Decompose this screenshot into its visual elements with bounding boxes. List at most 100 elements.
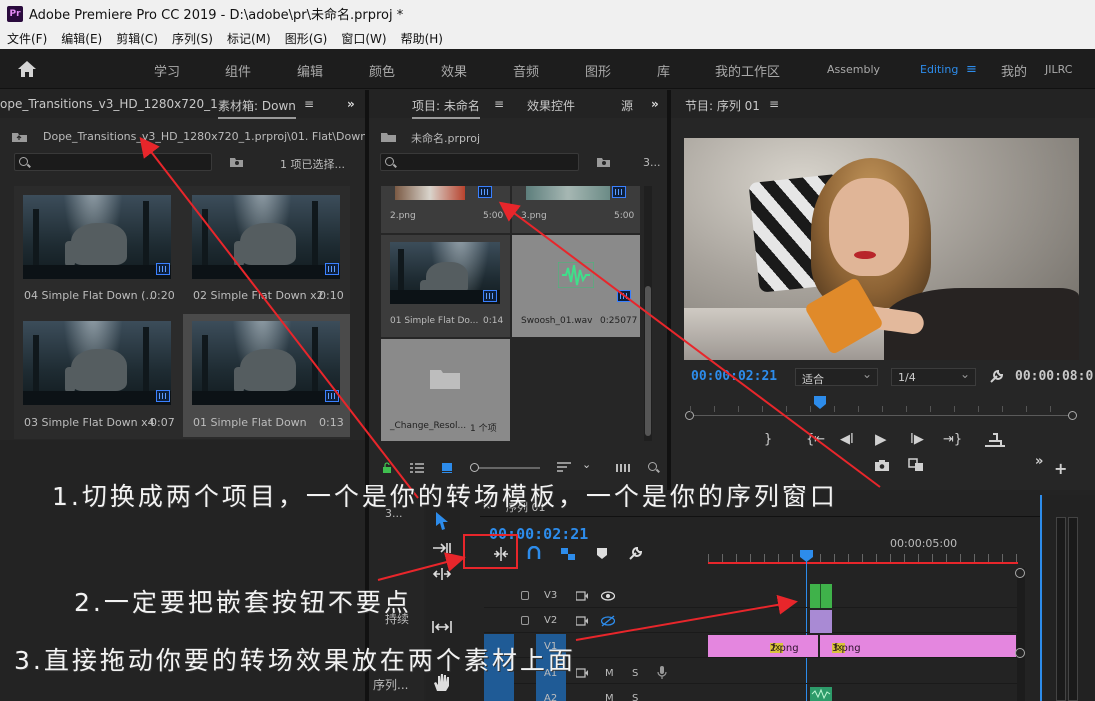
panel-divider[interactable] [667, 90, 671, 490]
list-view-icon[interactable] [410, 463, 424, 474]
workspace-menu-icon[interactable]: ≡ [966, 62, 977, 77]
go-to-in-icon[interactable]: {⇤ [806, 432, 825, 447]
timeline-vertical-scrollbar[interactable] [1015, 568, 1025, 701]
menu-sequence[interactable]: 序列(S) [165, 30, 220, 47]
bin-tab-menu-icon[interactable]: ≡ [304, 97, 314, 111]
workspace-editing[interactable]: Editing [920, 63, 958, 76]
clip-2png-v1[interactable]: fx 2.png [708, 635, 818, 657]
menu-marker[interactable]: 标记(M) [220, 30, 278, 47]
sort-icon[interactable] [557, 462, 571, 473]
play-icon[interactable]: ▶ [875, 430, 887, 448]
workspace-libraries[interactable]: 库 [657, 61, 670, 80]
step-back-icon[interactable]: ◀I [840, 432, 854, 447]
solo-button[interactable]: S [632, 693, 638, 701]
clip-thumbnail[interactable] [23, 195, 171, 279]
workspace-my-workspace[interactable]: 我的工作区 [715, 61, 780, 80]
workspace-color[interactable]: 颜色 [369, 61, 395, 80]
tab-project[interactable]: 项目: 未命名 [412, 97, 480, 119]
wrench-icon[interactable] [988, 369, 1004, 385]
microphone-icon[interactable] [657, 666, 667, 680]
menu-clip[interactable]: 剪辑(C) [109, 30, 165, 47]
transition-clip-v3[interactable] [810, 584, 832, 608]
new-bin-icon[interactable] [597, 156, 611, 168]
timeline-settings-wrench-icon[interactable] [628, 547, 642, 561]
lock-icon[interactable] [382, 462, 392, 474]
linked-selection-icon[interactable] [560, 547, 576, 561]
track-v2-label[interactable]: V2 [544, 615, 557, 626]
find-icon[interactable] [648, 462, 657, 471]
track-lock-icon[interactable] [521, 591, 529, 600]
clip-thumbnail-selected[interactable] [192, 321, 340, 405]
sync-lock-icon[interactable] [576, 616, 588, 626]
mark-out-icon[interactable]: } [764, 432, 772, 447]
icon-view-icon[interactable] [441, 462, 453, 474]
button-editor-plus-icon[interactable]: + [1054, 459, 1067, 478]
workspace-effects[interactable]: 效果 [441, 61, 467, 80]
export-frame-camera-icon[interactable] [875, 459, 889, 471]
program-overflow-icon[interactable]: » [1035, 454, 1043, 469]
sync-lock-icon[interactable] [576, 591, 588, 601]
tab-bin-transitions[interactable]: ope_Transitions_v3_HD_1280x720_1 [0, 97, 218, 111]
ripple-edit-tool-icon[interactable] [432, 567, 452, 581]
workspace-jilrc[interactable]: JILRC [1045, 63, 1072, 76]
track-a2-label[interactable]: A2 [544, 693, 557, 701]
clip-3png-v1[interactable]: fx 3.png [820, 635, 1016, 657]
project-tab-menu-icon[interactable]: ≡ [494, 97, 504, 111]
mute-button[interactable]: M [605, 668, 614, 679]
bin-folder-up-icon[interactable] [12, 131, 28, 143]
mute-button[interactable]: M [605, 693, 614, 701]
tab-source[interactable]: 源 [621, 97, 633, 114]
workspace-learn[interactable]: 学习 [154, 61, 180, 80]
menu-file[interactable]: 文件(F) [0, 30, 54, 47]
track-select-tool-icon[interactable] [432, 541, 452, 555]
new-bin-icon[interactable] [230, 156, 244, 168]
sync-lock-icon[interactable] [576, 668, 588, 678]
workspace-audio[interactable]: 音频 [513, 61, 539, 80]
transition-clip-v2[interactable] [810, 610, 832, 633]
project-scrollbar[interactable] [644, 186, 652, 441]
program-tab-menu-icon[interactable]: ≡ [769, 97, 779, 111]
timeline-playhead-handle-icon[interactable] [800, 550, 813, 562]
tab-bin-down[interactable]: 素材箱: Down [218, 97, 296, 119]
fit-dropdown[interactable]: 适合 [795, 367, 878, 386]
eye-icon[interactable] [601, 591, 615, 601]
menu-edit[interactable]: 编辑(E) [54, 30, 109, 47]
step-forward-icon[interactable]: I▶ [910, 432, 924, 447]
workspace-editing-cn[interactable]: 编辑 [297, 61, 323, 80]
project-search-input[interactable] [380, 153, 579, 171]
program-video-frame[interactable] [684, 138, 1079, 360]
project-overflow-icon[interactable]: » [651, 97, 659, 111]
tab-effect-controls[interactable]: 效果控件 [527, 97, 575, 114]
snap-icon[interactable] [527, 546, 541, 560]
program-scrub-bar[interactable] [690, 415, 1072, 416]
workspace-assembly[interactable]: Assembly [827, 63, 880, 76]
eye-hidden-icon[interactable] [601, 615, 615, 627]
sort-dropdown-chevron-icon[interactable]: ⌄ [582, 458, 591, 471]
selection-tool-icon[interactable] [434, 511, 450, 531]
bin-overflow-icon[interactable]: » [347, 97, 355, 111]
clip-thumbnail[interactable] [192, 195, 340, 279]
workspace-mine[interactable]: 我的 [1001, 61, 1027, 80]
clip-thumbnail[interactable] [23, 321, 171, 405]
menu-window[interactable]: 窗口(W) [334, 30, 393, 47]
solo-button[interactable]: S [632, 668, 638, 679]
track-v3-label[interactable]: V3 [544, 590, 557, 601]
out-point-handle[interactable] [1068, 411, 1077, 420]
add-marker-icon[interactable] [597, 548, 607, 560]
resolution-dropdown[interactable]: 1/4 [891, 367, 976, 386]
slip-tool-icon[interactable] [432, 620, 452, 634]
workspace-graphics[interactable]: 图形 [585, 61, 611, 80]
audio-clip-a2[interactable] [810, 687, 832, 701]
program-monitor-title[interactable]: 节目: 序列 01 [685, 97, 760, 114]
track-lock-icon[interactable] [521, 616, 529, 625]
menu-help[interactable]: 帮助(H) [394, 30, 450, 47]
workspace-assembly-cn[interactable]: 组件 [225, 61, 251, 80]
program-current-timecode[interactable]: 00:00:02:21 [691, 369, 777, 384]
home-icon[interactable] [17, 60, 37, 78]
comparison-view-icon[interactable] [908, 458, 924, 472]
timeline-ruler[interactable] [708, 520, 1018, 564]
menu-graphics[interactable]: 图形(G) [278, 30, 335, 47]
bin-search-input[interactable] [14, 153, 212, 171]
automate-to-sequence-icon[interactable] [616, 462, 632, 473]
lift-icon[interactable] [985, 433, 1005, 447]
